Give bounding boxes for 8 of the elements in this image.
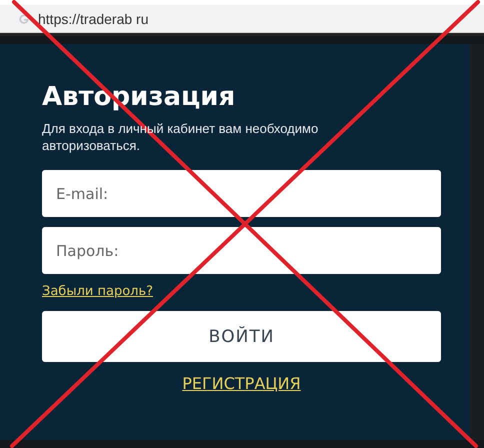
url-text: https://traderab ru bbox=[38, 10, 149, 26]
forgot-password-link[interactable]: Забыли пароль? bbox=[42, 284, 154, 299]
input-field[interactable]: Пароль: bbox=[42, 227, 441, 274]
input-field[interactable]: E-mail: bbox=[42, 170, 441, 217]
login-button[interactable]: ВОЙТИ bbox=[42, 311, 441, 362]
search-engine-icon bbox=[18, 12, 30, 24]
address-bar[interactable]: https://traderab ru bbox=[0, 5, 484, 33]
register-link[interactable]: РЕГИСТРАЦИЯ bbox=[182, 374, 301, 393]
